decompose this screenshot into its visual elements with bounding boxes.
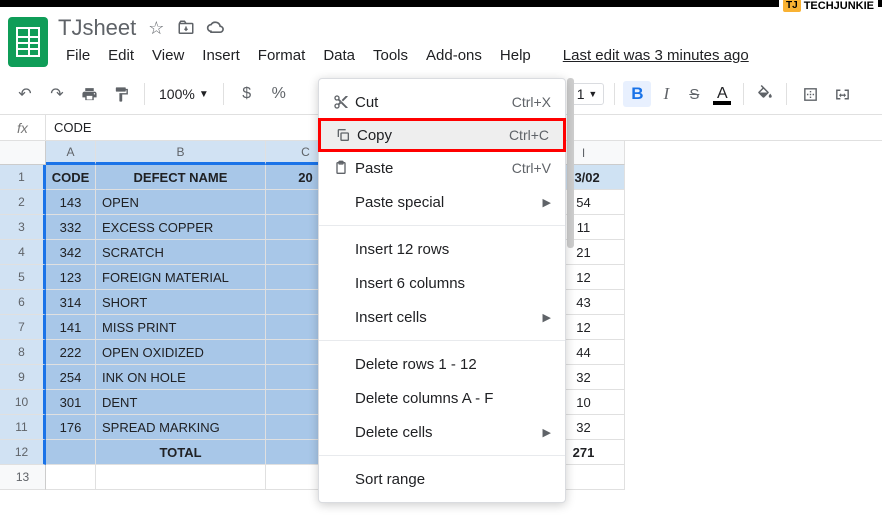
- column-header-A[interactable]: A: [46, 141, 96, 165]
- menu-bar: File Edit View Insert Format Data Tools …: [58, 43, 757, 68]
- row-header-11[interactable]: 11: [0, 415, 46, 440]
- last-edit-link[interactable]: Last edit was 3 minutes ago: [555, 43, 757, 68]
- row-header-10[interactable]: 10: [0, 390, 46, 415]
- paint-format-icon[interactable]: [106, 80, 136, 108]
- cell[interactable]: SHORT: [96, 290, 266, 315]
- cell[interactable]: TOTAL: [96, 440, 266, 465]
- menu-addons[interactable]: Add-ons: [418, 43, 490, 68]
- menu-insert[interactable]: Insert: [194, 43, 248, 68]
- cut-icon: [333, 94, 355, 110]
- fx-value[interactable]: CODE: [46, 120, 92, 135]
- context-sort-range[interactable]: Sort range: [319, 462, 565, 496]
- bold-button[interactable]: B: [623, 81, 651, 107]
- cloud-icon[interactable]: [206, 18, 226, 38]
- context-copy[interactable]: Copy Ctrl+C: [318, 118, 566, 152]
- cell[interactable]: 332: [46, 215, 96, 240]
- context-menu: Cut Ctrl+X Copy Ctrl+C Paste Ctrl+V Past…: [318, 78, 566, 503]
- context-insert-cols[interactable]: Insert 6 columns: [319, 266, 565, 300]
- submenu-arrow-icon: ▶: [543, 196, 551, 209]
- cell[interactable]: 141: [46, 315, 96, 340]
- context-delete-rows[interactable]: Delete rows 1 - 12: [319, 347, 565, 381]
- menu-format[interactable]: Format: [250, 43, 314, 68]
- row-header-1[interactable]: 1: [0, 165, 46, 190]
- select-all-corner[interactable]: [0, 141, 46, 165]
- row-header-2[interactable]: 2: [0, 190, 46, 215]
- cell[interactable]: DEFECT NAME: [96, 165, 266, 190]
- row-header-7[interactable]: 7: [0, 315, 46, 340]
- cell[interactable]: INK ON HOLE: [96, 365, 266, 390]
- cell[interactable]: MISS PRINT: [96, 315, 266, 340]
- menu-help[interactable]: Help: [492, 43, 539, 68]
- row-header-6[interactable]: 6: [0, 290, 46, 315]
- context-paste-special[interactable]: Paste special ▶: [319, 185, 565, 219]
- cell[interactable]: 254: [46, 365, 96, 390]
- sheets-app-icon[interactable]: [8, 17, 48, 67]
- cell[interactable]: [46, 440, 96, 465]
- cell[interactable]: 314: [46, 290, 96, 315]
- cell[interactable]: DENT: [96, 390, 266, 415]
- print-icon[interactable]: [74, 80, 104, 108]
- row-header-13[interactable]: 13: [0, 465, 46, 490]
- row-header-9[interactable]: 9: [0, 365, 46, 390]
- submenu-arrow-icon: ▶: [543, 311, 551, 324]
- cell[interactable]: 176: [46, 415, 96, 440]
- context-menu-scrollbar[interactable]: [567, 78, 574, 248]
- cell[interactable]: OPEN: [96, 190, 266, 215]
- redo-icon[interactable]: ↷: [42, 80, 72, 108]
- cell[interactable]: FOREIGN MATERIAL: [96, 265, 266, 290]
- menu-view[interactable]: View: [144, 43, 192, 68]
- cell[interactable]: CODE: [46, 165, 96, 190]
- context-insert-rows[interactable]: Insert 12 rows: [319, 232, 565, 266]
- row-header-8[interactable]: 8: [0, 340, 46, 365]
- context-paste[interactable]: Paste Ctrl+V: [319, 151, 565, 185]
- menu-file[interactable]: File: [58, 43, 98, 68]
- menu-data[interactable]: Data: [315, 43, 363, 68]
- brand-logo: TJTECHJUNKIE: [779, 0, 878, 14]
- percent-button[interactable]: %: [264, 80, 294, 108]
- cell[interactable]: 342: [46, 240, 96, 265]
- strikethrough-button[interactable]: S: [681, 86, 707, 103]
- text-color-button[interactable]: A: [709, 85, 735, 103]
- fx-label: fx: [0, 115, 46, 140]
- row-header-12[interactable]: 12: [0, 440, 46, 465]
- currency-button[interactable]: $: [232, 80, 262, 108]
- undo-icon[interactable]: ↶: [10, 80, 40, 108]
- paste-icon: [333, 160, 355, 176]
- row-header-3[interactable]: 3: [0, 215, 46, 240]
- document-title[interactable]: TJsheet: [58, 15, 136, 41]
- cell[interactable]: EXCESS COPPER: [96, 215, 266, 240]
- fontsize-input[interactable]: 1 ▼: [570, 83, 605, 105]
- cell[interactable]: 123: [46, 265, 96, 290]
- context-delete-cells[interactable]: Delete cells ▶: [319, 415, 565, 449]
- cell[interactable]: 143: [46, 190, 96, 215]
- menu-tools[interactable]: Tools: [365, 43, 416, 68]
- zoom-select[interactable]: 100%▼: [153, 86, 215, 102]
- cell[interactable]: [46, 465, 96, 490]
- context-insert-cells[interactable]: Insert cells ▶: [319, 300, 565, 334]
- star-icon[interactable]: ☆: [146, 18, 166, 38]
- context-delete-cols[interactable]: Delete columns A - F: [319, 381, 565, 415]
- copy-icon: [335, 127, 357, 143]
- row-header-5[interactable]: 5: [0, 265, 46, 290]
- cell[interactable]: 301: [46, 390, 96, 415]
- cell[interactable]: SCRATCH: [96, 240, 266, 265]
- cell[interactable]: SPREAD MARKING: [96, 415, 266, 440]
- column-header-B[interactable]: B: [96, 141, 266, 165]
- fill-color-button[interactable]: [752, 80, 778, 108]
- merge-button[interactable]: [827, 80, 857, 108]
- context-cut[interactable]: Cut Ctrl+X: [319, 85, 565, 119]
- cell[interactable]: OPEN OXIDIZED: [96, 340, 266, 365]
- borders-button[interactable]: [795, 80, 825, 108]
- menu-edit[interactable]: Edit: [100, 43, 142, 68]
- row-header-4[interactable]: 4: [0, 240, 46, 265]
- submenu-arrow-icon: ▶: [543, 426, 551, 439]
- cell[interactable]: [96, 465, 266, 490]
- italic-button[interactable]: I: [653, 84, 679, 104]
- move-icon[interactable]: [176, 18, 196, 38]
- cell[interactable]: 222: [46, 340, 96, 365]
